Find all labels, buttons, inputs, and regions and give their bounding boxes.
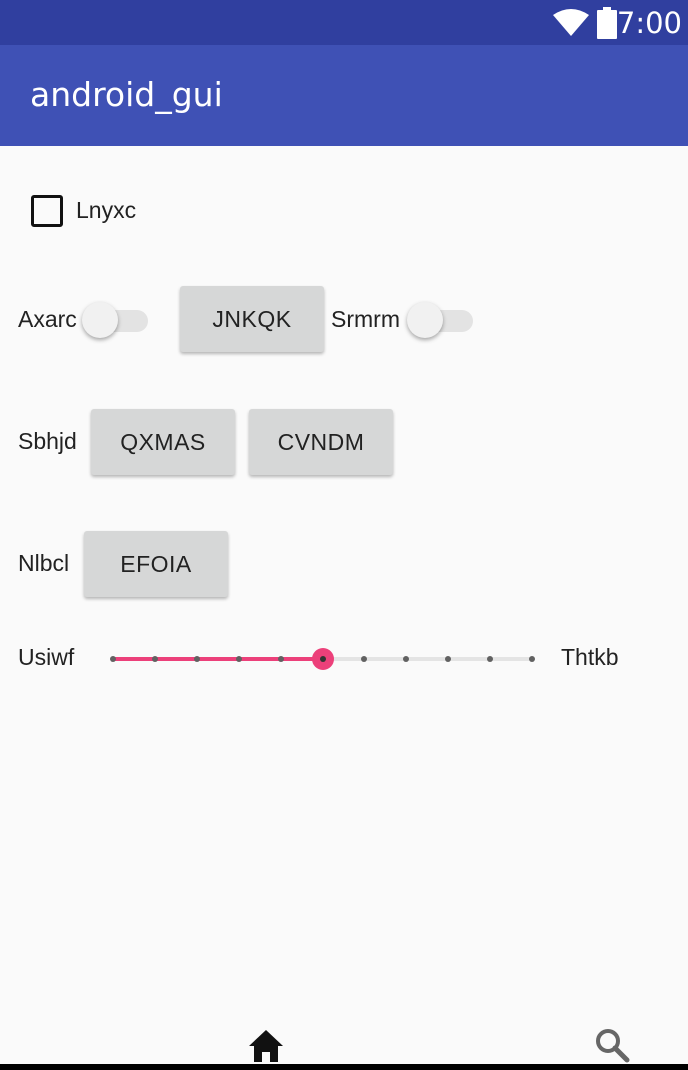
- main-content: Lnyxc Axarc JNKQK Srmrm Sbhjd QXMAS CVND…: [0, 146, 688, 1036]
- switch-axarc-label: Axarc: [18, 306, 77, 332]
- lnyxc-checkbox[interactable]: [31, 195, 63, 227]
- slider-thumb[interactable]: [311, 648, 334, 670]
- slider-tick: [403, 656, 410, 662]
- cvndm-button[interactable]: CVNDM: [249, 409, 393, 475]
- system-nav-bar: [0, 1064, 688, 1070]
- slider-tick: [529, 656, 535, 662]
- slider-fill: [113, 657, 323, 661]
- efoia-button[interactable]: EFOIA: [84, 531, 228, 597]
- status-time: 7:00: [616, 6, 682, 40]
- wifi-icon: [553, 9, 589, 36]
- app-title: android_gui: [30, 75, 223, 114]
- slider-tick: [110, 656, 116, 662]
- checkbox-label: Lnyxc: [76, 197, 137, 223]
- switch-axarc[interactable]: [82, 298, 152, 338]
- status-bar: 7:00: [0, 0, 688, 45]
- bottom-nav: [0, 1020, 688, 1070]
- slider-tick: [193, 656, 200, 662]
- qxmas-button[interactable]: QXMAS: [91, 409, 235, 475]
- slider-tick: [487, 656, 494, 662]
- slider-tick: [277, 656, 284, 662]
- sbhjd-label: Sbhjd: [18, 428, 77, 454]
- nlbcl-label: Nlbcl: [18, 550, 70, 576]
- app-bar: android_gui: [0, 45, 688, 146]
- switch-srmrm[interactable]: [407, 298, 477, 338]
- slider-thumb-dot: [319, 656, 326, 662]
- slider-max-label: Thtkb: [561, 644, 619, 670]
- slider-tick: [151, 656, 158, 662]
- slider-min-label: Usiwf: [18, 644, 75, 670]
- home-icon[interactable]: [247, 1028, 285, 1064]
- slider-tick: [235, 656, 242, 662]
- battery-icon: [597, 7, 617, 39]
- search-icon[interactable]: [593, 1026, 631, 1064]
- discrete-slider[interactable]: [99, 641, 545, 677]
- switch-thumb: [82, 302, 118, 338]
- slider-tick: [445, 656, 452, 662]
- slider-tick: [361, 656, 368, 662]
- switch-thumb: [407, 302, 443, 338]
- switch-srmrm-label: Srmrm: [331, 306, 400, 332]
- jnkqk-button[interactable]: JNKQK: [180, 286, 324, 352]
